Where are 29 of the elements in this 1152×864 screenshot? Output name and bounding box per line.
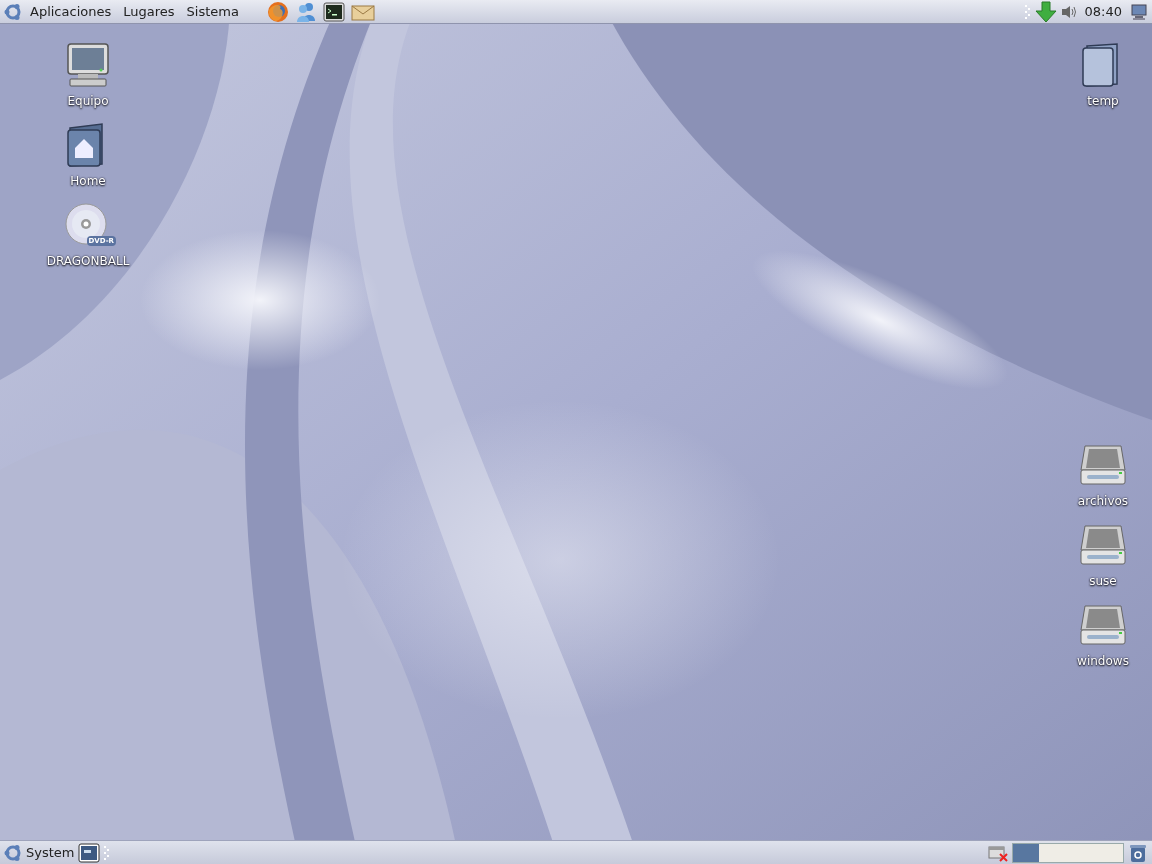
icon-label[interactable]: windows	[1077, 654, 1129, 668]
menu-button[interactable]: Lugares	[119, 1, 179, 22]
icon-label[interactable]: archivos	[1077, 494, 1129, 508]
icon-label[interactable]: Equipo	[67, 94, 109, 108]
computer-icon[interactable]	[64, 42, 112, 88]
icon-label[interactable]: DRAGONBALL	[46, 254, 130, 268]
menu-button[interactable]: Sistema	[182, 1, 243, 22]
browser-icon[interactable]	[266, 0, 291, 23]
clock[interactable]: 08:40	[1080, 1, 1126, 22]
menu-logo-icon	[4, 843, 22, 862]
down-arrow-icon[interactable]	[1034, 0, 1057, 23]
handle-icon	[1024, 2, 1031, 21]
window-close-icon[interactable]	[988, 843, 1008, 862]
hard-drive-icon[interactable]	[1079, 442, 1127, 488]
terminal-icon[interactable]	[322, 0, 347, 23]
monitor-icon[interactable]	[1130, 2, 1148, 21]
icon-label[interactable]: Home	[70, 174, 106, 188]
icon-label[interactable]: temp	[1087, 94, 1119, 108]
handle-icon	[104, 843, 111, 862]
menu-button[interactable]: Aplicaciones	[26, 1, 116, 22]
hard-drive-icon[interactable]	[1079, 522, 1127, 568]
show-desktop-icon[interactable]	[78, 842, 101, 863]
trash-icon[interactable]	[1128, 842, 1148, 863]
workspace-button[interactable]	[1039, 843, 1123, 862]
hard-drive-icon[interactable]	[1079, 602, 1127, 648]
speaker-icon[interactable]	[1060, 3, 1077, 20]
menu-button[interactable]: System	[26, 842, 75, 863]
icon-label[interactable]: suse	[1089, 574, 1117, 588]
menu-logo-icon	[4, 2, 22, 21]
